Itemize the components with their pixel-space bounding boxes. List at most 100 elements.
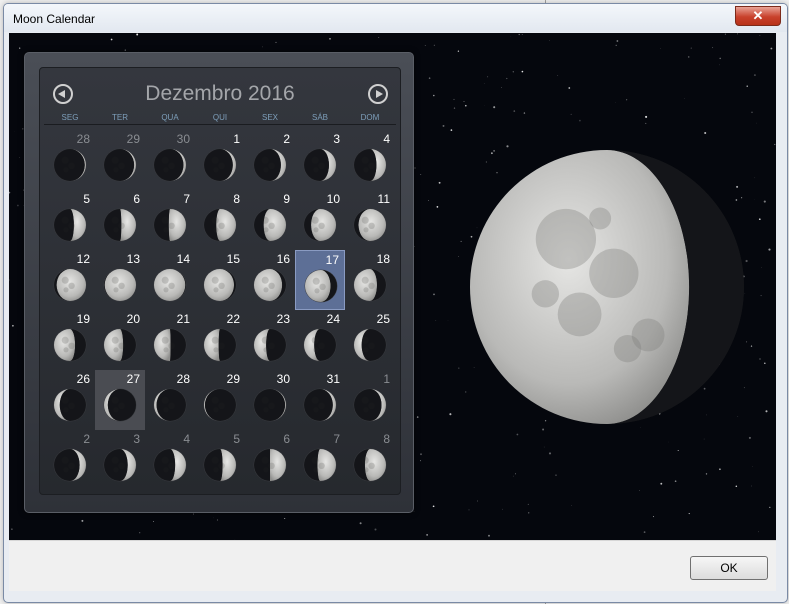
moon-crater	[163, 347, 169, 353]
calendar-day-cell[interactable]: 22	[195, 310, 245, 370]
close-button[interactable]: ✕	[735, 6, 781, 26]
calendar-day-cell[interactable]: 17	[295, 250, 345, 310]
calendar-day-cell[interactable]: 8	[345, 430, 395, 490]
calendar-day-cell[interactable]: 13	[95, 250, 145, 310]
calendar-day-cell[interactable]: 30	[145, 130, 195, 190]
calendar-day-cell[interactable]: 18	[345, 250, 395, 310]
moon-crater	[268, 222, 275, 229]
star	[746, 85, 748, 87]
title-bar[interactable]: Moon Calendar ✕	[4, 4, 787, 32]
star	[464, 104, 467, 107]
star	[668, 441, 669, 443]
calendar-day-cell[interactable]: 5	[195, 430, 245, 490]
moon-crater	[361, 276, 369, 284]
moon-crater	[161, 336, 169, 344]
calendar-day-cell[interactable]: 15	[195, 250, 245, 310]
star	[759, 358, 761, 360]
weekday-header: TER	[112, 113, 128, 122]
moon-lit-part	[263, 209, 286, 241]
calendar-day-cell[interactable]: 6	[95, 190, 145, 250]
moon-crater	[363, 287, 369, 293]
moon-crater	[368, 222, 375, 229]
moon-phase-icon	[153, 148, 187, 182]
moon-phase-icon	[203, 208, 237, 242]
moon-phase-icon	[303, 148, 337, 182]
calendar-day-cell[interactable]: 20	[95, 310, 145, 370]
star	[737, 33, 739, 35]
moon-lit-part	[305, 270, 331, 302]
calendar-day-cell[interactable]: 31	[295, 370, 345, 430]
star	[193, 513, 194, 515]
day-number: 5	[83, 192, 90, 206]
star	[275, 41, 277, 43]
calendar-day-cell[interactable]: 12	[45, 250, 95, 310]
calendar-day-cell[interactable]: 28	[145, 370, 195, 430]
calendar-day-cell[interactable]: 4	[345, 130, 395, 190]
star	[428, 77, 431, 79]
star	[458, 256, 459, 257]
calendar-day-cell[interactable]: 3	[95, 430, 145, 490]
star	[433, 94, 435, 97]
star	[748, 436, 751, 439]
calendar-day-cell[interactable]: 11	[345, 190, 395, 250]
calendar-day-cell[interactable]: 14	[145, 250, 195, 310]
star	[645, 122, 647, 124]
calendar-day-cell[interactable]: 24	[295, 310, 345, 370]
calendar-day-cell[interactable]: 19	[45, 310, 95, 370]
star	[719, 57, 721, 60]
moon-phase-icon	[303, 328, 337, 362]
star	[110, 38, 113, 41]
calendar-day-cell[interactable]: 21	[145, 310, 195, 370]
calendar-day-cell[interactable]: 1	[195, 130, 245, 190]
calendar-day-cell[interactable]: 8	[195, 190, 245, 250]
moon-unlit-overlay	[170, 329, 186, 361]
previous-month-button[interactable]	[53, 84, 73, 104]
star	[500, 87, 502, 88]
calendar-day-cell[interactable]: 25	[345, 310, 395, 370]
calendar-day-cell[interactable]: 1	[345, 370, 395, 430]
calendar-day-cell[interactable]: 27	[95, 370, 145, 430]
moon-unlit-overlay	[304, 149, 329, 181]
star	[626, 99, 628, 101]
calendar-day-cell[interactable]: 5	[45, 190, 95, 250]
day-number: 20	[126, 312, 140, 326]
star	[506, 77, 508, 80]
moon-lit-part	[154, 329, 171, 361]
day-number: 25	[376, 312, 390, 326]
calendar-day-cell[interactable]: 6	[245, 430, 295, 490]
arrow-right-icon	[376, 90, 383, 98]
star	[18, 157, 20, 158]
day-number: 31	[326, 372, 340, 386]
calendar-day-cell[interactable]: 7	[145, 190, 195, 250]
ok-button[interactable]: OK	[690, 556, 768, 580]
moon-crater	[161, 276, 169, 284]
calendar-day-cell[interactable]: 29	[195, 370, 245, 430]
calendar-day-cell[interactable]: 26	[45, 370, 95, 430]
calendar-day-cell[interactable]: 9	[245, 190, 295, 250]
calendar-day-cell[interactable]: 29	[95, 130, 145, 190]
star	[414, 167, 416, 169]
calendar-day-cell[interactable]: 2	[45, 430, 95, 490]
star	[262, 46, 263, 48]
calendar-day-cell[interactable]: 10	[295, 190, 345, 250]
star	[512, 71, 514, 73]
calendar-day-cell[interactable]: 30	[245, 370, 295, 430]
star	[450, 129, 453, 131]
calendar-day-cell[interactable]: 2	[245, 130, 295, 190]
calendar-day-cell[interactable]: 23	[245, 310, 295, 370]
day-number: 30	[276, 372, 290, 386]
moon-crater	[535, 208, 597, 270]
star	[460, 240, 462, 242]
moon-crater	[268, 282, 275, 289]
calendar-day-cell[interactable]: 7	[295, 430, 345, 490]
calendar-day-cell[interactable]: 16	[245, 250, 295, 310]
star	[438, 181, 441, 184]
calendar-day-cell[interactable]: 4	[145, 430, 195, 490]
day-number: 8	[233, 192, 240, 206]
star	[703, 438, 705, 440]
star	[523, 112, 526, 114]
next-month-button[interactable]	[368, 84, 388, 104]
calendar-day-cell[interactable]: 28	[45, 130, 95, 190]
star	[453, 98, 455, 100]
calendar-day-cell[interactable]: 3	[295, 130, 345, 190]
